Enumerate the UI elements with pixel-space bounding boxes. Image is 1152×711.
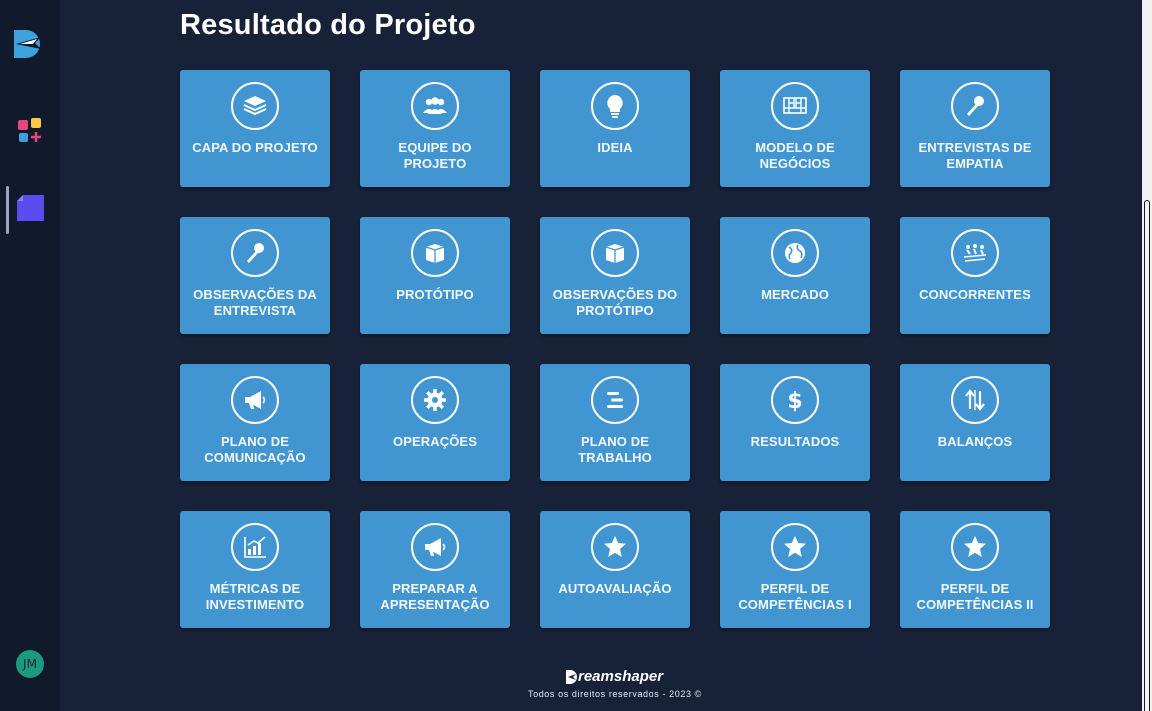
svg-text:$: $ bbox=[787, 389, 802, 414]
main-content: Resultado do Projeto CAPA DO PROJETO EQUI… bbox=[60, 0, 1142, 711]
card-label: ENTREVISTAS DE EMPATIA bbox=[918, 140, 1032, 171]
active-indicator bbox=[6, 186, 9, 234]
card-label: PREPARAR A APRESENTAÇÃO bbox=[380, 581, 490, 612]
globe-icon-glyph bbox=[785, 243, 805, 263]
book-icon-glyph bbox=[243, 96, 267, 116]
canvas-icon-glyph bbox=[783, 97, 807, 114]
card-label: PLANO DE TRABALHO bbox=[578, 434, 652, 465]
footer-copyright: Todos os direitos reservados - 2023 © bbox=[528, 689, 702, 699]
card-mercado[interactable]: MERCADO bbox=[720, 217, 870, 334]
dollar-icon: $ bbox=[771, 376, 819, 424]
star-icon bbox=[591, 523, 639, 571]
box-icon-glyph bbox=[425, 244, 445, 263]
project-sections-grid: CAPA DO PROJETO EQUIPE DO PROJETO IDEIA MOD… bbox=[180, 70, 1050, 628]
card-label: IDEIA bbox=[597, 140, 633, 155]
card-perfil-de-competencias-ii[interactable]: PERFIL DE COMPETÊNCIAS II bbox=[900, 511, 1050, 628]
card-autoavaliacao[interactable]: AUTOAVALIAÇÃO bbox=[540, 511, 690, 628]
sidebar: JM bbox=[0, 0, 60, 711]
card-concorrentes[interactable]: CONCORRENTES bbox=[900, 217, 1050, 334]
gear-icon-glyph bbox=[424, 389, 446, 411]
arrows-up-down-icon-glyph bbox=[965, 389, 985, 411]
star-icon-glyph bbox=[784, 536, 806, 557]
box-icon bbox=[591, 229, 639, 277]
footer-brand-logo: reamshaper bbox=[565, 668, 663, 685]
footer-brand-text: reamshaper bbox=[578, 668, 664, 685]
star-icon-glyph bbox=[604, 536, 626, 557]
dreamshaper-logo-icon[interactable] bbox=[11, 27, 45, 61]
card-label: MÉTRICAS DE INVESTIMENTO bbox=[205, 581, 305, 612]
microphone-icon bbox=[951, 82, 999, 130]
star-icon-glyph bbox=[964, 536, 986, 557]
card-label: MERCADO bbox=[761, 287, 829, 302]
card-label: EQUIPE DO PROJETO bbox=[398, 140, 472, 171]
microphone-icon bbox=[231, 229, 279, 277]
card-label: PERFIL DE COMPETÊNCIAS II bbox=[916, 581, 1034, 612]
card-label: OPERAÇÕES bbox=[393, 434, 477, 449]
star-icon bbox=[771, 523, 819, 571]
card-operacoes[interactable]: OPERAÇÕES bbox=[360, 364, 510, 481]
card-plano-de-trabalho[interactable]: PLANO DE TRABALHO bbox=[540, 364, 690, 481]
gear-icon bbox=[411, 376, 459, 424]
dreamshaper-d-icon bbox=[566, 669, 577, 684]
dollar-icon-glyph: $ bbox=[787, 389, 802, 414]
lightbulb-icon bbox=[591, 82, 639, 130]
card-prototipo[interactable]: PROTÓTIPO bbox=[360, 217, 510, 334]
card-label: PERFIL DE COMPETÊNCIAS I bbox=[738, 581, 852, 612]
box-icon-glyph bbox=[605, 244, 625, 263]
team-icon-glyph bbox=[423, 97, 447, 114]
avatar[interactable]: JM bbox=[16, 650, 44, 678]
card-label: OBSERVAÇÕES DO PROTÓTIPO bbox=[552, 287, 678, 318]
card-label: RESULTADOS bbox=[750, 434, 840, 449]
microphone-icon-glyph bbox=[967, 96, 984, 116]
microphone-icon-glyph bbox=[247, 243, 264, 263]
card-preparar-a-apresentacao[interactable]: PREPARAR A APRESENTAÇÃO bbox=[360, 511, 510, 628]
card-label: PLANO DE COMUNICAÇÃO bbox=[204, 434, 306, 465]
book-icon bbox=[231, 82, 279, 130]
race-icon bbox=[951, 229, 999, 277]
card-modelo-de-negocios[interactable]: MODELO DE NEGÓCIOS bbox=[720, 70, 870, 187]
megaphone-icon bbox=[411, 523, 459, 571]
card-observacoes-da-entrevista[interactable]: OBSERVAÇÕES DA ENTREVISTA bbox=[180, 217, 330, 334]
card-equipe-do-projeto[interactable]: EQUIPE DO PROJETO bbox=[360, 70, 510, 187]
lightbulb-icon-glyph bbox=[607, 95, 623, 118]
chart-up-icon bbox=[231, 523, 279, 571]
arrows-up-down-icon bbox=[951, 376, 999, 424]
card-observacoes-do-prototipo[interactable]: OBSERVAÇÕES DO PROTÓTIPO bbox=[540, 217, 690, 334]
megaphone-icon bbox=[231, 376, 279, 424]
card-plano-de-comunicacao[interactable]: PLANO DE COMUNICAÇÃO bbox=[180, 364, 330, 481]
card-metricas-de-investimento[interactable]: MÉTRICAS DE INVESTIMENTO bbox=[180, 511, 330, 628]
star-icon bbox=[951, 523, 999, 571]
card-ideia[interactable]: IDEIA bbox=[540, 70, 690, 187]
card-entrevistas-de-empatia[interactable]: ENTREVISTAS DE EMPATIA bbox=[900, 70, 1050, 187]
scrollbar-thumb[interactable] bbox=[1144, 200, 1150, 711]
canvas-icon bbox=[771, 82, 819, 130]
megaphone-icon-glyph bbox=[425, 538, 446, 556]
card-perfil-de-competencias-i[interactable]: PERFIL DE COMPETÊNCIAS I bbox=[720, 511, 870, 628]
card-label: BALANÇOS bbox=[937, 434, 1013, 449]
globe-icon bbox=[771, 229, 819, 277]
card-label: MODELO DE NEGÓCIOS bbox=[755, 140, 835, 171]
card-label: PROTÓTIPO bbox=[396, 287, 474, 302]
team-icon bbox=[411, 82, 459, 130]
card-label: CONCORRENTES bbox=[919, 287, 1031, 302]
card-label: AUTOAVALIAÇÃO bbox=[558, 581, 672, 596]
apps-grid-icon[interactable] bbox=[17, 117, 45, 145]
card-balancos[interactable]: BALANÇOS bbox=[900, 364, 1050, 481]
chart-up-icon-glyph bbox=[244, 536, 266, 558]
card-capa-do-projeto[interactable]: CAPA DO PROJETO bbox=[180, 70, 330, 187]
project-document-icon[interactable] bbox=[17, 195, 44, 221]
timeline-icon-glyph bbox=[607, 392, 623, 408]
timeline-icon bbox=[591, 376, 639, 424]
box-icon bbox=[411, 229, 459, 277]
card-label: OBSERVAÇÕES DA ENTREVISTA bbox=[193, 287, 317, 318]
race-icon-glyph bbox=[963, 244, 987, 262]
card-resultados[interactable]: $ RESULTADOS bbox=[720, 364, 870, 481]
megaphone-icon-glyph bbox=[245, 391, 266, 409]
page-title: Resultado do Projeto bbox=[180, 9, 476, 41]
card-label: CAPA DO PROJETO bbox=[192, 140, 318, 155]
